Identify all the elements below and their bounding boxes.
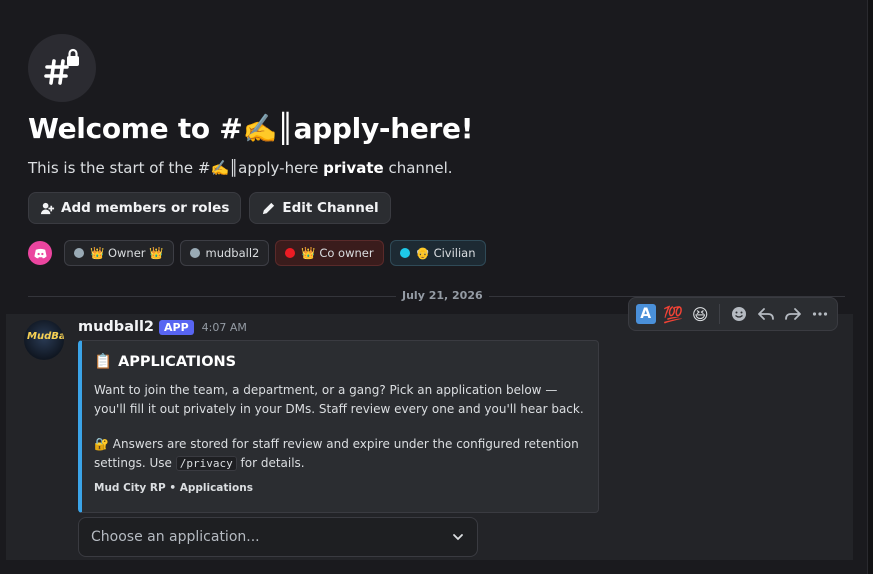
- message-header: mudball2 APP 4:07 AM: [78, 319, 247, 335]
- window-edge: [868, 0, 873, 574]
- embed-title: 📋 APPLICATIONS: [94, 353, 237, 371]
- chevron-down-icon: [453, 534, 463, 541]
- add-members-button[interactable]: Add members or roles: [28, 192, 242, 224]
- welcome-subtitle: This is the start of the #✍️║apply-here …: [28, 159, 453, 177]
- add-members-icon: [40, 202, 55, 214]
- role-color-dot: [189, 248, 200, 258]
- role-label: mudball2: [205, 246, 260, 260]
- reaction-hundred[interactable]: 💯: [661, 302, 684, 326]
- clipboard-icon: 📋: [94, 354, 113, 370]
- laughing-emoji: 😆: [691, 304, 709, 324]
- reaction-laughing[interactable]: 😆: [689, 302, 712, 326]
- message[interactable]: MudBall mudball2 APP 4:07 AM 📋 APPLICATI…: [6, 314, 853, 560]
- message-timestamp[interactable]: 4:07 AM: [202, 321, 247, 334]
- subtitle-prefix: This is the start of the #✍️║apply-here: [28, 159, 324, 177]
- toolbar-divider: [718, 304, 720, 324]
- role-label: 👴 Civilian: [415, 246, 476, 260]
- privacy-text: Answers are stored for staff review and …: [94, 437, 579, 470]
- avatar-logo-text: MudBall: [27, 331, 64, 342]
- role-pill-owner[interactable]: 👑 Owner 👑: [64, 240, 174, 266]
- role-pill-mudball2[interactable]: mudball2: [179, 240, 270, 266]
- role-pill-co-owner[interactable]: 👑 Co owner: [275, 240, 384, 266]
- role-color-dot: [74, 248, 84, 258]
- lock-icon: 🔐: [94, 437, 109, 451]
- add-reaction-button[interactable]: [727, 302, 750, 326]
- forward-icon: [785, 308, 801, 320]
- message-hover-toolbar: A 💯 😆: [628, 297, 838, 331]
- author-name[interactable]: mudball2: [78, 319, 154, 335]
- role-list: 👑 Owner 👑 mudball2 👑 Co owner 👴 Civilian: [28, 240, 486, 266]
- add-reaction-icon: [731, 307, 746, 321]
- edit-channel-label: Edit Channel: [282, 200, 379, 216]
- discord-icon: [28, 241, 52, 265]
- embed-privacy-note: 🔐 Answers are stored for staff review an…: [94, 435, 590, 473]
- privacy-command: /privacy: [175, 456, 237, 471]
- edit-channel-button[interactable]: Edit Channel: [249, 192, 391, 224]
- privacy-text-after: for details.: [236, 456, 305, 470]
- more-icon: [813, 312, 828, 316]
- app-badge: APP: [159, 319, 194, 335]
- forward-button[interactable]: [781, 302, 804, 326]
- date-divider-label: July 21, 2026: [396, 289, 489, 302]
- private-channel-icon: [28, 34, 96, 102]
- role-pill-civilian[interactable]: 👴 Civilian: [389, 240, 486, 266]
- embed-title-text: APPLICATIONS: [118, 353, 237, 370]
- pencil-icon: [263, 202, 275, 214]
- embed-description: Want to join the team, a department, or …: [94, 383, 584, 416]
- more-button[interactable]: [809, 302, 832, 326]
- role-label: 👑 Owner 👑: [90, 246, 164, 260]
- reply-icon: [757, 308, 774, 320]
- select-placeholder: Choose an application...: [91, 529, 260, 545]
- reaction-letter-a[interactable]: A: [634, 302, 657, 326]
- subtitle-bold: private: [323, 159, 384, 177]
- message-embed: 📋 APPLICATIONS Want to join the team, a …: [78, 340, 599, 513]
- role-color-dot: [285, 248, 296, 258]
- subtitle-suffix: channel.: [383, 159, 453, 177]
- application-select[interactable]: Choose an application...: [78, 517, 478, 557]
- embed-footer: Mud City RP • Applications: [94, 482, 253, 494]
- add-members-label: Add members or roles: [61, 200, 230, 216]
- role-label: 👑 Co owner: [301, 246, 374, 260]
- welcome-actions: Add members or roles Edit Channel: [28, 192, 391, 224]
- avatar[interactable]: MudBall: [24, 320, 64, 360]
- hundred-emoji: 💯: [662, 304, 683, 324]
- reply-button[interactable]: [754, 302, 777, 326]
- role-color-dot: [399, 248, 410, 258]
- welcome-title: Welcome to #✍️║apply-here!: [28, 112, 474, 145]
